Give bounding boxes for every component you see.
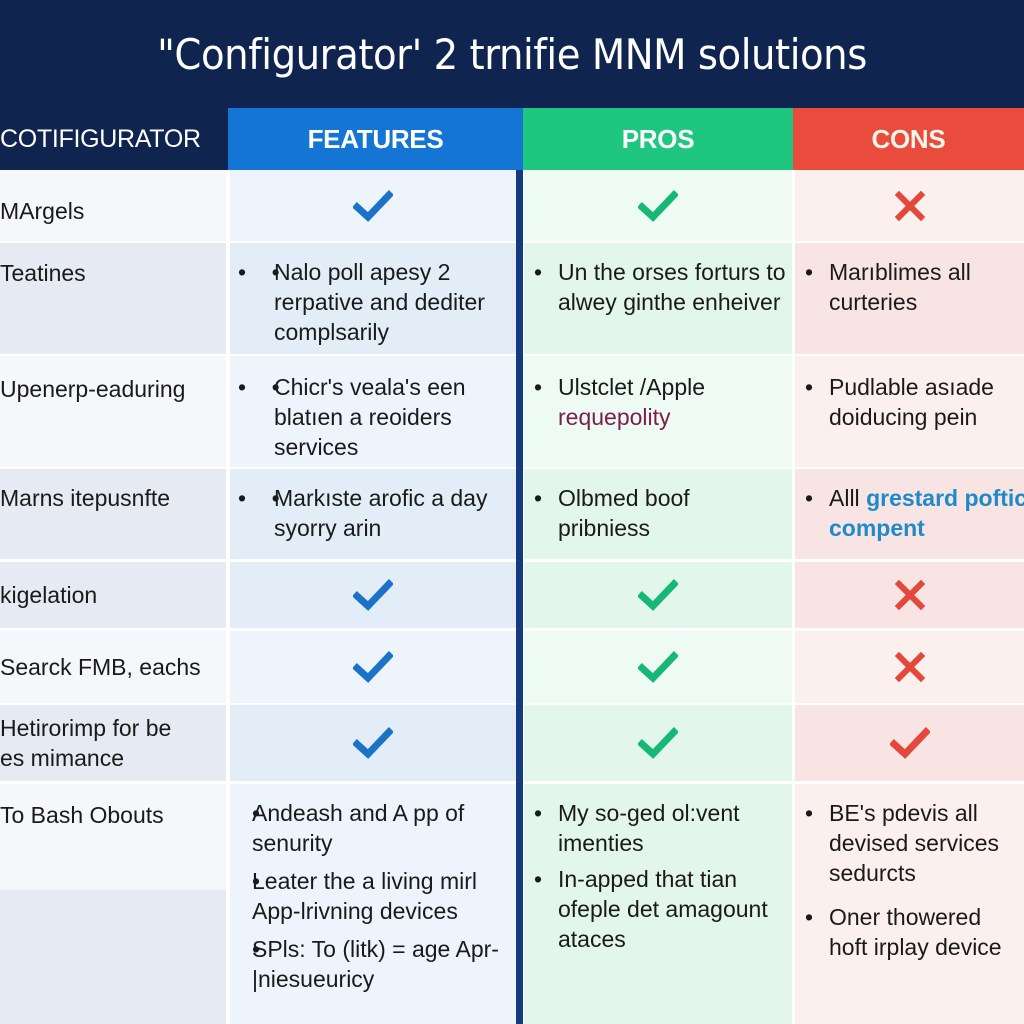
pros-column: Un the orses forturs to alwey ginthe enh… — [524, 170, 792, 1024]
column-divider — [516, 170, 523, 1024]
check-icon — [524, 170, 792, 241]
check-icon — [524, 705, 792, 781]
header-cons: CONS — [793, 108, 1024, 170]
bullet-accent-text: requepolity — [558, 404, 671, 430]
table-row: Searck FMB, eachs — [0, 631, 226, 703]
bullet-item: SPls: To (litk) = age Apr-|niesueuricy — [230, 934, 512, 994]
pros-cell: Olbmed boof pribniess — [524, 469, 792, 559]
pros-cell — [524, 705, 792, 781]
label-column: MArgels Teatines Upenerp-eaduring Marns … — [0, 170, 226, 1024]
header-configurator: COTIFIGURATOR — [0, 108, 228, 170]
cons-cell: Pudlable asıade doiducing pein — [795, 356, 1024, 467]
bullet-item: Markıste arofic a day syorry arin — [238, 483, 512, 543]
bullet-item: Marıblimes all curteries — [803, 257, 1020, 317]
row-label: Teatines — [0, 260, 86, 286]
cross-icon — [795, 562, 1024, 628]
bullet-item: Andeash and A pp of senurity — [230, 798, 512, 858]
row-label: Searck FMB, eachs — [0, 654, 201, 680]
header-features: FEATURES — [228, 108, 523, 170]
bullet-item: Un the orses forturs to alwey ginthe enh… — [532, 257, 788, 317]
table-body: MArgels Teatines Upenerp-eaduring Marns … — [0, 170, 1024, 1024]
bullet-item: Olbmed boof pribniess — [532, 483, 732, 543]
bullet-item: Nalo poll apesy 2 rerpative and dediter … — [238, 257, 512, 347]
features-cell — [230, 631, 516, 703]
bullet-item: Oner thowered hoft irplay device — [803, 902, 1020, 962]
features-column: Nalo poll apesy 2 rerpative and dediter … — [230, 170, 516, 1024]
check-icon — [795, 705, 1024, 781]
pros-cell: Ulstclet /Apple requepolity — [524, 356, 792, 467]
table-row: MArgels — [0, 170, 226, 241]
bullet-item: Chicr's veala's een blatıen a reoiders s… — [238, 372, 512, 462]
bullet-item: Pudlable asıade doiducing pein — [803, 372, 1020, 432]
cons-cell — [795, 562, 1024, 628]
check-icon — [230, 631, 516, 703]
row-label: Upenerp-eaduring — [0, 376, 186, 402]
features-cell — [230, 562, 516, 628]
table-row: kigelation — [0, 562, 226, 628]
row-label: Marns itepusnfte — [0, 485, 171, 511]
features-cell — [230, 170, 516, 241]
bullet-text: Ulstclet /Apple — [558, 374, 706, 400]
table-row: Marns itepusnfte — [0, 469, 226, 559]
cons-cell — [795, 631, 1024, 703]
cons-cell: BE's pdevis all devised services sedurct… — [795, 784, 1024, 1024]
table-row-spacer — [0, 890, 226, 1024]
cross-icon — [795, 170, 1024, 241]
check-icon — [524, 562, 792, 628]
cons-cell: Alll grestard poftic compent — [795, 469, 1024, 559]
row-label: To Bash Obouts — [0, 802, 164, 828]
bullet-item: Alll grestard poftic compent — [803, 483, 1024, 543]
cons-cell: Marıblimes all curteries — [795, 243, 1024, 354]
cross-icon — [795, 631, 1024, 703]
cons-cell — [795, 705, 1024, 781]
pros-cell — [524, 562, 792, 628]
features-cell: Nalo poll apesy 2 rerpative and dediter … — [230, 243, 516, 354]
pros-cell: Un the orses forturs to alwey ginthe enh… — [524, 243, 792, 354]
row-label: MArgels — [0, 198, 85, 224]
page-title: "Configurator' 2 trnifie MNM solutions — [157, 29, 867, 79]
header-pros: PROS — [523, 108, 793, 170]
cons-cell — [795, 170, 1024, 241]
bullet-item: Leater the a living mirl App-lrivning de… — [230, 866, 512, 926]
cons-column: Marıblimes all curteries Pudlable asıade… — [795, 170, 1024, 1024]
table-row: Teatines — [0, 243, 226, 354]
features-cell — [230, 705, 516, 781]
pros-cell — [524, 631, 792, 703]
check-icon — [230, 705, 516, 781]
table-row: To Bash Obouts — [0, 784, 226, 890]
bullet-item: In-apped that tian ofeple det amagount a… — [532, 864, 788, 954]
row-label: Hetirorimp for be es mimance — [0, 715, 172, 771]
bullet-item: My so-ged ol:vent imenties — [532, 798, 788, 858]
bullet-item: Ulstclet /Apple requepolity — [532, 372, 788, 432]
check-icon — [230, 170, 516, 241]
pros-cell: My so-ged ol:vent imenties In-apped that… — [524, 784, 792, 1024]
features-cell: Chicr's veala's een blatıen a reoiders s… — [230, 356, 516, 467]
table-row: Upenerp-eaduring — [0, 356, 226, 467]
table-row: Hetirorimp for be es mimance — [0, 705, 226, 781]
pros-cell — [524, 170, 792, 241]
features-cell: Markıste arofic a day syorry arin — [230, 469, 516, 559]
features-cell: Andeash and A pp of senurity Leater the … — [230, 784, 516, 1024]
bullet-text: Alll — [829, 485, 860, 511]
check-icon — [230, 562, 516, 628]
bullet-item: BE's pdevis all devised services sedurct… — [803, 798, 1020, 888]
check-icon — [524, 631, 792, 703]
row-label: kigelation — [0, 582, 98, 608]
comparison-table: COTIFIGURATOR FEATURES PROS CONS MArgels… — [0, 108, 1024, 1024]
